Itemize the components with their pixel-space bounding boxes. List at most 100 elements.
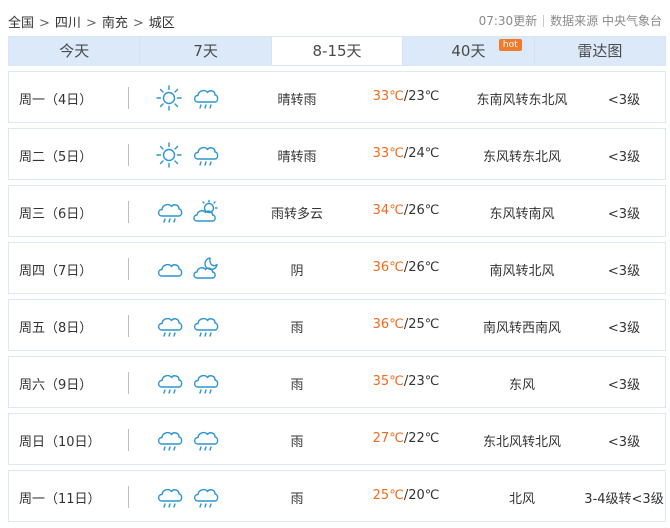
forecast-row: 周一（11日） 雨 25℃/20℃ 北风 3-4级转<3级: [8, 470, 666, 522]
tab-7-days[interactable]: 7天: [140, 37, 272, 65]
tab-7-days-label: 7天: [193, 42, 218, 60]
temp-low: /23℃: [403, 374, 440, 389]
forecast-row: 周三（6日） 雨转多云 34℃/26℃ 东风转南风 <3级: [8, 185, 666, 237]
forecast-row: 周日（10日） 雨 27℃/22℃ 东北风转北风 <3级: [8, 413, 666, 465]
wind-direction: 北风: [508, 492, 535, 507]
rain-icon: [190, 368, 220, 398]
forecast-day: 周日（10日）: [19, 435, 101, 450]
data-source: 数据来源 中央气象台: [550, 14, 662, 28]
rain-icon: [190, 425, 220, 455]
wind-direction: 东风: [508, 378, 535, 393]
forecast-list: 周一（4日） 晴转雨 33℃/23℃ 东南风转东北风 <3级 周二（5日） 晴转…: [8, 71, 666, 527]
wind-level: <3级: [607, 378, 641, 393]
breadcrumb-item-district[interactable]: 城区: [149, 16, 175, 31]
forecast-day: 周六（9日）: [19, 378, 93, 393]
weather-description: 雨: [290, 321, 304, 336]
temp-low: /23℃: [403, 89, 440, 104]
forecast-row: 周二（5日） 晴转雨 33℃/24℃ 东风转东北风 <3级: [8, 128, 666, 180]
wind-level: <3级: [607, 321, 641, 336]
row-divider: [128, 372, 129, 394]
rain-icon: [190, 482, 220, 512]
temperature: 33℃/23℃: [361, 89, 451, 104]
weather-description: 雨: [290, 435, 304, 450]
weather-description: 晴转雨: [277, 150, 317, 165]
breadcrumb-separator: >: [85, 16, 97, 31]
forecast-row: 周一（4日） 晴转雨 33℃/23℃ 东南风转东北风 <3级: [8, 71, 666, 123]
temp-low: /26℃: [403, 260, 440, 275]
forecast-day: 周四（7日）: [19, 264, 93, 279]
breadcrumb-item-country[interactable]: 全国: [8, 16, 34, 31]
wind-direction: 南风转北风: [489, 264, 555, 279]
temperature: 27℃/22℃: [361, 431, 451, 446]
breadcrumb-separator: >: [39, 16, 50, 31]
weather-description: 雨: [290, 492, 304, 507]
tab-today[interactable]: 今天: [9, 37, 141, 65]
forecast-day: 周一（4日）: [19, 93, 93, 108]
temp-high: 35℃: [372, 374, 404, 389]
temp-high: 33℃: [372, 89, 404, 104]
tab-8-15-days[interactable]: 8-15天: [271, 37, 404, 65]
tab-radar[interactable]: 雷达图: [534, 37, 666, 65]
sun-icon: [154, 83, 184, 113]
forecast-day: 周五（8日）: [19, 321, 93, 336]
weather-description: 雨: [290, 378, 304, 393]
weather-description: 雨转多云: [270, 207, 323, 222]
hot-badge: hot: [498, 39, 522, 51]
temperature: 33℃/24℃: [361, 146, 451, 161]
cloud-icon: [154, 254, 184, 284]
partly-cloudy-icon: [190, 197, 220, 227]
rain-icon: [154, 197, 184, 227]
temp-high: 36℃: [372, 317, 404, 332]
wind-level: <3级: [607, 207, 641, 222]
forecast-row: 周四（7日） 阴 36℃/26℃ 南风转北风 <3级: [8, 242, 666, 294]
forecast-day: 周一（11日）: [19, 492, 101, 507]
forecast-day: 周二（5日）: [19, 150, 93, 165]
wind-direction: 南风转西南风: [482, 321, 561, 336]
forecast-day: 周三（6日）: [19, 207, 93, 222]
wind-direction: 东北风转北风: [482, 435, 561, 450]
breadcrumb-item-city[interactable]: 南充: [102, 16, 128, 31]
temp-low: /22℃: [403, 431, 440, 446]
wind-level: <3级: [607, 150, 641, 165]
temp-high: 33℃: [372, 146, 404, 161]
temperature: 25℃/20℃: [361, 488, 451, 503]
meta-divider: [543, 15, 545, 27]
row-divider: [128, 87, 129, 109]
row-divider: [128, 144, 129, 166]
temp-high: 27℃: [372, 431, 404, 446]
weather-description: 晴转雨: [277, 93, 317, 108]
breadcrumb-separator: >: [132, 16, 144, 31]
rain-icon: [190, 140, 220, 170]
rain-icon: [154, 482, 184, 512]
wind-level: <3级: [607, 264, 641, 279]
rain-icon: [154, 368, 184, 398]
rain-icon: [154, 311, 184, 341]
forecast-row: 周六（9日） 雨 35℃/23℃ 东风 <3级: [8, 356, 666, 408]
row-divider: [128, 315, 129, 337]
temp-low: /25℃: [403, 317, 440, 332]
tab-today-label: 今天: [59, 42, 90, 60]
top-bar: 全国 > 四川 > 南充 > 城区 07:30更新 数据来源 中央气象台: [0, 0, 670, 36]
temperature: 34℃/26℃: [361, 203, 451, 218]
rain-icon: [190, 83, 220, 113]
temp-low: /20℃: [403, 488, 440, 503]
row-divider: [128, 429, 129, 451]
tab-8-15-days-label: 8-15天: [312, 42, 362, 60]
tab-radar-label: 雷达图: [577, 42, 623, 60]
temp-low: /26℃: [403, 203, 440, 218]
temperature: 35℃/23℃: [361, 374, 451, 389]
temperature: 36℃/26℃: [361, 260, 451, 275]
wind-direction: 东风转南风: [489, 207, 555, 222]
update-meta: 07:30更新 数据来源 中央气象台: [479, 12, 662, 29]
temperature: 36℃/25℃: [361, 317, 451, 332]
forecast-row: 周五（8日） 雨 36℃/25℃ 南风转西南风 <3级: [8, 299, 666, 351]
tab-40-days[interactable]: 40天 hot: [403, 37, 535, 65]
wind-level: 3-4级转<3级: [584, 492, 664, 507]
breadcrumb-item-province[interactable]: 四川: [55, 16, 81, 31]
wind-level: <3级: [607, 435, 641, 450]
forecast-tabs: 今天 7天 8-15天 40天 hot 雷达图: [8, 36, 666, 66]
tab-40-days-label: 40天: [451, 42, 486, 60]
rain-icon: [190, 311, 220, 341]
rain-icon: [154, 425, 184, 455]
partly-cloudy-night-icon: [190, 254, 220, 284]
